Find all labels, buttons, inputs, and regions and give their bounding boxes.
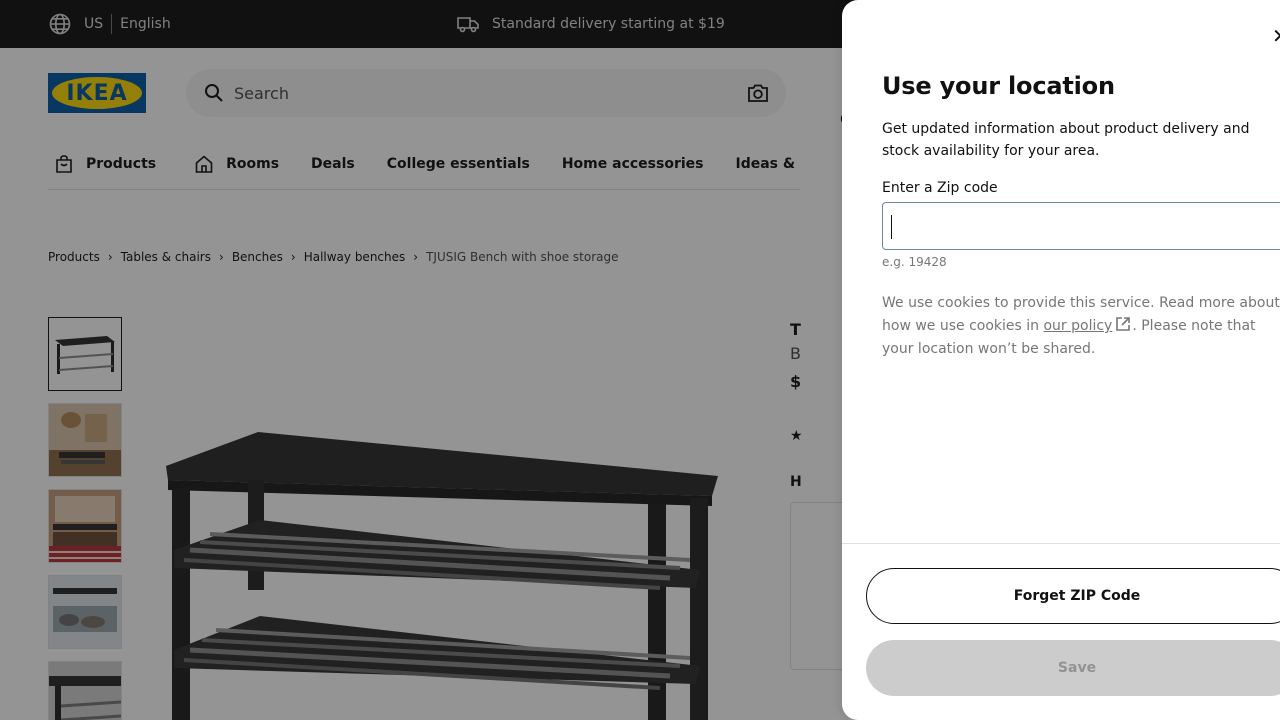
footer-divider xyxy=(842,543,1280,544)
zip-field[interactable] xyxy=(882,202,1280,250)
zip-input[interactable] xyxy=(883,203,1280,249)
modal-title: Use your location xyxy=(882,72,1115,100)
policy-link[interactable]: our policy xyxy=(1043,318,1112,334)
modal-intro: Get updated information about product de… xyxy=(882,121,1250,159)
forget-zip-button[interactable]: Forget ZIP Code xyxy=(866,568,1280,624)
external-link-icon[interactable] xyxy=(1114,315,1132,333)
zip-hint: e.g. 19428 xyxy=(882,255,947,269)
save-button[interactable]: Save xyxy=(866,640,1280,696)
text-cursor xyxy=(891,215,892,239)
zip-label: Enter a Zip code xyxy=(882,180,998,196)
cookie-notice: We use cookies to provide this service. … xyxy=(882,292,1280,361)
location-modal: ✕ Use your location Get updated informat… xyxy=(842,0,1280,720)
close-icon[interactable]: ✕ xyxy=(1272,24,1280,48)
